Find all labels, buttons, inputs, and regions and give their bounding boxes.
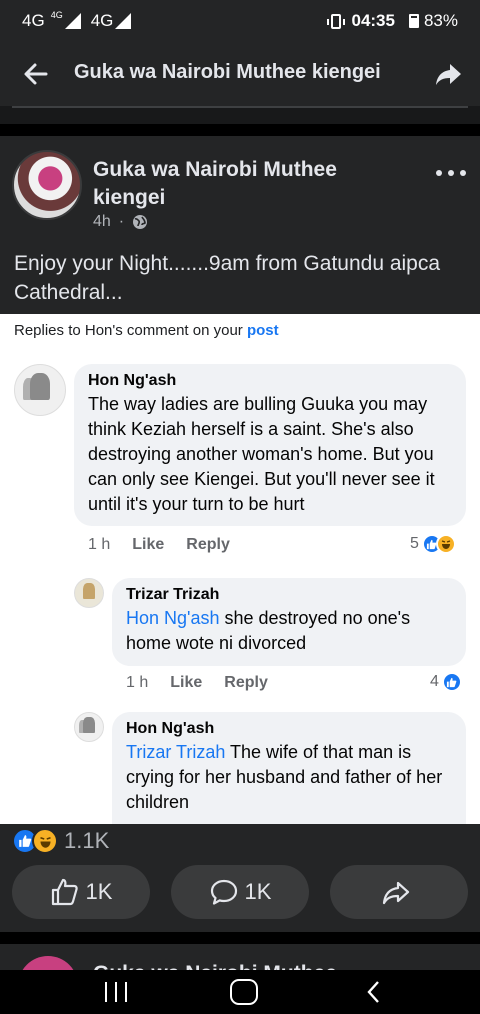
clock: 04:35 [351, 11, 395, 30]
thumbs-up-icon [51, 878, 78, 906]
vibrate-icon [327, 13, 346, 29]
network-type-1: 4G [22, 11, 45, 30]
commenter-avatar[interactable] [14, 364, 66, 416]
battery-icon [408, 14, 419, 28]
author-avatar[interactable] [18, 956, 78, 970]
battery-level: 83% [423, 11, 458, 30]
haha-reaction-icon [435, 534, 456, 554]
dot-icon [436, 170, 442, 176]
reply-bubble: Trizar Trizah Hon Ng'ash she destroyed n… [112, 578, 466, 666]
post-author[interactable]: Guka wa Nairobi Muthee kiengei [93, 156, 393, 212]
feed-separator [0, 932, 480, 944]
comment-text: The way ladies are bulling Guuka you may… [88, 394, 435, 514]
dot-icon [448, 170, 454, 176]
network-indicators: 4G 4G 4G [22, 10, 141, 31]
meta-dot: · [118, 213, 125, 230]
mention-tag[interactable]: Hon Ng'ash [126, 608, 220, 628]
comment-count: 1K [244, 879, 272, 904]
network-type-sup: 4G [50, 10, 63, 20]
comment-bubble: Hon Ng'ash The way ladies are bulling Gu… [74, 364, 466, 526]
like-reaction-icon [441, 672, 462, 692]
comment-actions: 1 h Like Reply [126, 674, 268, 692]
reply-text: Hon Ng'ash she destroyed no one's home w… [126, 606, 452, 656]
arrow-left-icon [24, 63, 48, 85]
next-post-card[interactable]: Guka wa Nairobi Muthee [0, 944, 480, 970]
like-count: 1K [85, 879, 113, 904]
reply-link[interactable]: Reply [224, 674, 268, 692]
system-back-button[interactable] [362, 980, 386, 1004]
post-card: Guka wa Nairobi Muthee kiengei 4h · Enjo… [0, 136, 480, 932]
post-text: Enjoy your Night.......9am from Gatundu … [14, 252, 441, 304]
feed-separator [0, 124, 480, 136]
comment-actions: 1 h Like Reply [88, 536, 230, 554]
share-post-button[interactable] [330, 865, 468, 919]
commenter-name[interactable]: Hon Ng'ash [88, 372, 452, 390]
reactions-summary[interactable]: 1.1K [12, 828, 109, 854]
comment-time: 1 h [88, 536, 111, 553]
status-right: 04:35 83% [327, 11, 458, 31]
post-author[interactable]: Guka wa Nairobi Muthee [93, 962, 337, 970]
reactions-count: 1.1K [64, 828, 110, 853]
post-link[interactable]: post [247, 322, 279, 339]
reply-bubble: Hon Ng'ash Trizar Trizah The wife of tha… [112, 712, 466, 824]
comment-reactions[interactable]: 5 [410, 534, 456, 554]
post-time[interactable]: 4h [93, 213, 111, 231]
comment-reactions[interactable]: 4 [430, 672, 462, 692]
comment-time: 1 h [126, 674, 149, 691]
comment-button[interactable]: 1K [171, 865, 309, 919]
system-nav-bar [0, 970, 480, 1014]
header-divider [12, 106, 468, 108]
status-bar: 4G 4G 4G 04:35 83% [0, 0, 480, 42]
commenter-avatar[interactable] [74, 578, 104, 608]
reply-link[interactable]: Reply [186, 536, 230, 554]
reply-text: Trizar Trizah The wife of that man is cr… [126, 740, 452, 815]
chevron-left-icon [367, 981, 379, 1003]
share-button[interactable] [432, 58, 464, 90]
replies-header: Replies to Hon's comment on your post [14, 322, 279, 339]
shared-comment-image[interactable]: Replies to Hon's comment on your post Ho… [0, 314, 480, 824]
comment-icon [210, 879, 237, 905]
dot-icon [460, 170, 466, 176]
recent-apps-button[interactable] [105, 982, 127, 1002]
reaction-count: 5 [410, 535, 419, 552]
commenter-avatar[interactable] [74, 712, 104, 742]
like-link[interactable]: Like [132, 536, 164, 554]
signal-icon-2 [115, 13, 132, 29]
back-button[interactable] [20, 58, 52, 90]
replies-prefix: Replies to Hon's comment on your [14, 322, 247, 339]
share-icon [436, 64, 461, 85]
reaction-count: 4 [430, 673, 439, 690]
haha-reaction-icon [32, 828, 58, 854]
page-title: Guka wa Nairobi Muthee kiengei [74, 61, 381, 83]
mention-tag[interactable]: Trizar Trizah [126, 742, 225, 762]
more-options-button[interactable] [436, 166, 466, 180]
globe-icon [133, 215, 148, 229]
like-link[interactable]: Like [170, 674, 202, 692]
signal-icon [64, 13, 81, 29]
like-button[interactable]: 1K [12, 865, 150, 919]
network-type-2: 4G [90, 11, 114, 30]
commenter-name[interactable]: Hon Ng'ash [126, 720, 452, 738]
share-arrow-icon [382, 881, 410, 905]
author-avatar[interactable] [12, 150, 82, 220]
commenter-name[interactable]: Trizar Trizah [126, 586, 452, 604]
app-header: Guka wa Nairobi Muthee kiengei [0, 42, 480, 106]
post-meta: 4h · [93, 213, 148, 231]
home-button[interactable] [230, 979, 258, 1005]
